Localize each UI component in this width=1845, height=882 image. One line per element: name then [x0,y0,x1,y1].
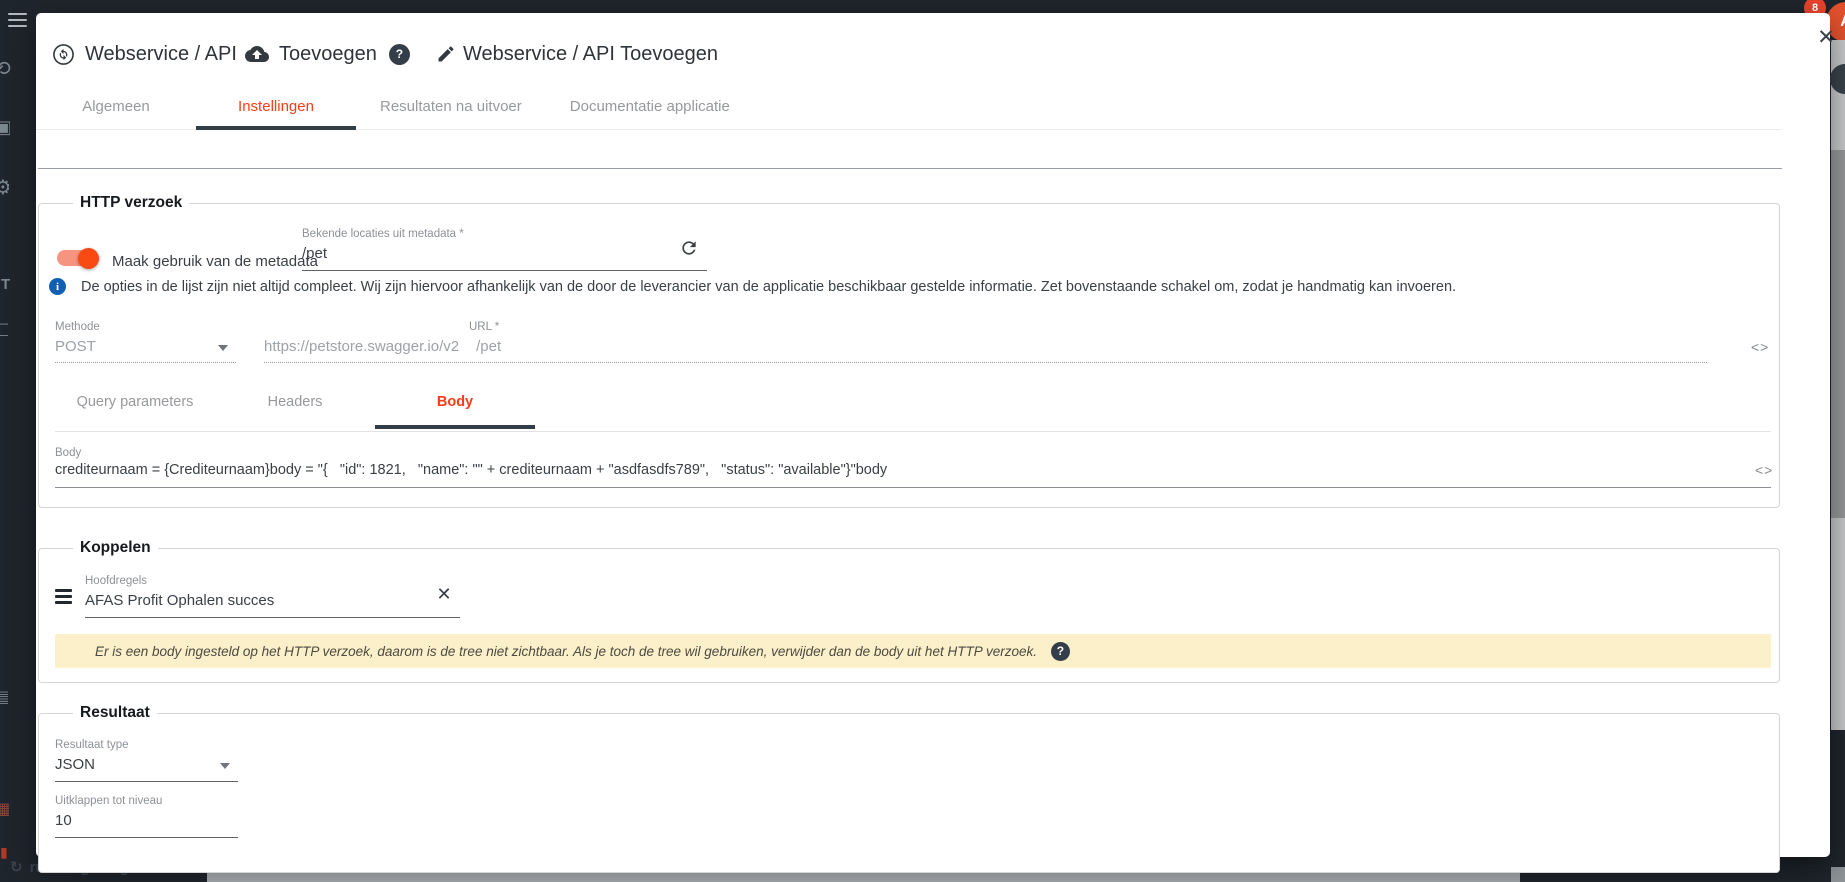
vertical-scrollbar-thumb[interactable] [1831,150,1845,518]
scrolled-field-underline [38,168,1782,169]
tab-algemeen[interactable]: Algemeen [36,85,196,129]
sidebar-icon-fragment: ▢ [0,319,8,339]
tree-warning-text: Er is een body ingesteld op het HTTP ver… [95,644,1037,659]
url-prefix: https://petstore.swagger.io/v2 [264,339,459,354]
known-locations-value[interactable]: /pet [302,246,707,271]
sidebar-icon-fragment: ⟲ [0,56,11,81]
help-badge[interactable]: ? [389,44,410,65]
webservice-icon [52,43,75,66]
known-locations-field[interactable]: Bekende locaties uit metadata * /pet [302,228,707,271]
toggle-knob [78,248,99,269]
resultaat-legend: Resultaat [73,704,157,722]
webservice-dialog: Webservice / API Toevoegen ? Webservice … [36,13,1830,857]
chevron-down-icon [218,345,228,351]
uitklappen-field[interactable]: Uitklappen tot niveau 10 [55,795,238,838]
http-verzoek-legend: HTTP verzoek [73,194,189,212]
dialog-subtitle: Webservice / API Toevoegen [463,43,718,66]
hoofdregels-label: Hoofdregels [85,575,460,587]
hoofdregels-field[interactable]: Hoofdregels AFAS Profit Ophalen succes [85,575,460,618]
metadata-toggle-label: Maak gebruik van de metadata [112,253,318,270]
url-value-row: https://petstore.swagger.io/v2 /pet [264,339,1707,363]
run-environments-icon: ↻ [10,858,23,876]
edit-icon [436,44,456,64]
dialog-tabs: Algemeen Instellingen Resultaten na uitv… [36,85,1782,130]
method-select[interactable]: Methode POST [55,321,236,363]
sidebar-icon-fragment: ▮ [0,844,10,861]
body-underline [55,487,1771,488]
method-label: Methode [55,321,236,333]
koppelen-legend: Koppelen [73,539,158,557]
resultaat-type-label: Resultaat type [55,739,238,751]
http-verzoek-section: HTTP verzoek Maak gebruik van de metadat… [38,203,1780,508]
cloud-upload-icon [245,42,269,66]
sidebar-icon-fragment: ▦ [0,799,9,819]
app-background: ⟲ ▣ ⚙ T ▢ ▤ ▦ ▮ 8 A ↻ run omgevingen Web… [0,0,1845,882]
hoofdregels-value[interactable]: AFAS Profit Ophalen succes [85,593,460,618]
sidebar-icon-fragment: ⚙ [0,175,9,200]
metadata-toggle[interactable] [57,250,97,266]
tree-warning-banner: Er is een body ingesteld op het HTTP ver… [55,634,1771,668]
known-locations-label: Bekende locaties uit metadata * [302,228,707,240]
info-icon: i [49,278,66,295]
method-value: POST [55,339,236,363]
request-subtabs: Query parameters Headers Body [55,379,1771,425]
tab-documentatie-applicatie[interactable]: Documentatie applicatie [546,85,754,129]
avatar-letter: A [1840,13,1845,31]
tab-instellingen[interactable]: Instellingen [196,85,356,129]
subtab-query-parameters[interactable]: Query parameters [55,379,215,425]
dialog-title: Webservice / API [85,43,237,66]
menu-icon[interactable] [8,9,27,31]
metadata-info-row: i De opties in de lijst zijn niet altijd… [49,278,1456,295]
warning-help-badge[interactable]: ? [1051,642,1070,661]
drag-handle-icon[interactable] [55,586,72,607]
scrollbar-corner [1831,867,1845,882]
body-label: Body [55,447,81,459]
dialog-title-group: Webservice / API [52,41,237,67]
chevron-down-icon [220,763,230,769]
dialog-action-group: Toevoegen ? [245,41,410,67]
url-code-icon[interactable]: <> [1751,339,1769,355]
body-value[interactable]: crediteurnaam = {Crediteurnaam}body = "{… [55,462,887,478]
dialog-subtitle-group: Webservice / API Toevoegen [436,41,718,67]
sidebar-icon-fragment: ▤ [0,687,8,707]
uitklappen-label: Uitklappen tot niveau [55,795,238,807]
metadata-info-text: De opties in de lijst zijn niet altijd c… [81,279,1456,295]
subtab-headers[interactable]: Headers [215,379,375,425]
uitklappen-value[interactable]: 10 [55,813,238,838]
dialog-action-label: Toevoegen [279,43,377,66]
url-label: URL * [469,321,1707,333]
sidebar-icon-fragment: T [1,276,12,293]
body-code-icon[interactable]: <> [1755,462,1773,478]
subtab-body[interactable]: Body [375,379,535,425]
url-field[interactable]: URL * https://petstore.swagger.io/v2 /pe… [264,321,1707,363]
koppelen-section: Koppelen Hoofdregels AFAS Profit Ophalen… [38,548,1780,683]
close-icon[interactable]: ✕ [1812,23,1840,51]
resultaat-section: Resultaat Resultaat type JSON Uitklappen… [38,713,1780,873]
url-value: /pet [476,339,501,354]
subtabs-divider [55,431,1771,432]
tab-resultaten-na-uitvoer[interactable]: Resultaten na uitvoer [356,85,546,129]
resultaat-type-select[interactable]: Resultaat type JSON [55,739,238,782]
clear-icon[interactable]: ✕ [432,582,456,606]
refresh-icon[interactable] [679,238,699,263]
sidebar-icon-fragment: ▣ [0,117,10,138]
resultaat-type-value[interactable]: JSON [55,757,238,782]
